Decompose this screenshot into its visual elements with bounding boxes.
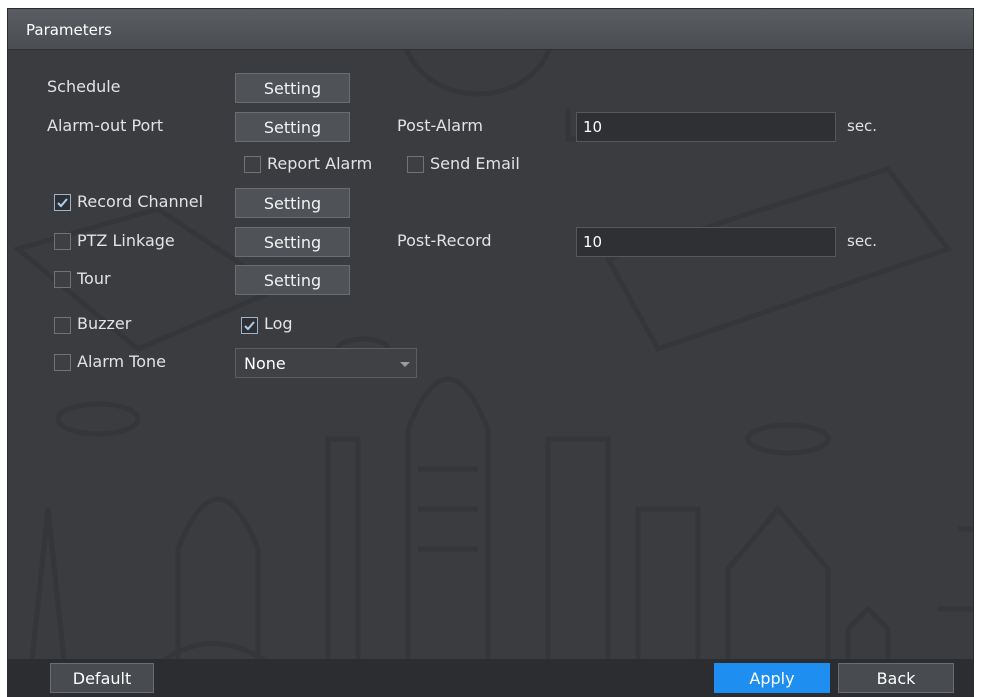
alarm-tone-label: Alarm Tone [77, 352, 166, 371]
tour-setting-button[interactable]: Setting [235, 265, 350, 295]
post-record-label: Post-Record [397, 231, 492, 250]
ptz-linkage-checkbox[interactable] [54, 233, 71, 250]
page-title: Parameters [26, 21, 112, 39]
schedule-label: Schedule [47, 77, 121, 96]
post-record-unit: sec. [847, 232, 878, 250]
post-record-input[interactable]: 10 [576, 227, 836, 257]
checkmark-icon [57, 198, 68, 208]
buzzer-label: Buzzer [77, 314, 132, 333]
default-button[interactable]: Default [50, 663, 154, 693]
alarm-tone-checkbox[interactable] [54, 354, 71, 371]
record-channel-checkbox[interactable] [54, 194, 71, 211]
checkmark-icon [244, 321, 255, 331]
parameters-panel: Parameters Schedule Setting Alarm-out Po… [7, 8, 974, 697]
log-label: Log [264, 314, 293, 333]
alarm-tone-select[interactable]: None [235, 348, 417, 378]
title-bar: Parameters [8, 9, 973, 50]
chevron-down-icon [400, 362, 410, 367]
ptz-linkage-label: PTZ Linkage [77, 231, 175, 250]
ptz-linkage-setting-button[interactable]: Setting [235, 227, 350, 257]
alarm-out-port-setting-button[interactable]: Setting [235, 112, 350, 142]
record-channel-setting-button[interactable]: Setting [235, 188, 350, 218]
schedule-setting-button[interactable]: Setting [235, 73, 350, 103]
background-illustration [12, 49, 973, 696]
send-email-label: Send Email [430, 154, 520, 173]
back-button[interactable]: Back [838, 663, 954, 693]
apply-button[interactable]: Apply [714, 663, 830, 693]
footer-bar: Default Apply Back [8, 659, 973, 696]
post-alarm-label: Post-Alarm [397, 116, 483, 135]
alarm-out-port-label: Alarm-out Port [47, 116, 164, 135]
alarm-tone-selected-value: None [244, 353, 286, 373]
report-alarm-label: Report Alarm [267, 154, 373, 173]
record-channel-label: Record Channel [77, 192, 204, 211]
tour-checkbox[interactable] [54, 271, 71, 288]
send-email-checkbox[interactable] [407, 156, 424, 173]
log-checkbox[interactable] [241, 317, 258, 334]
tour-label: Tour [77, 269, 111, 288]
buzzer-checkbox[interactable] [54, 317, 71, 334]
report-alarm-checkbox[interactable] [244, 156, 261, 173]
post-alarm-unit: sec. [847, 117, 878, 135]
post-alarm-input[interactable]: 10 [576, 112, 836, 142]
